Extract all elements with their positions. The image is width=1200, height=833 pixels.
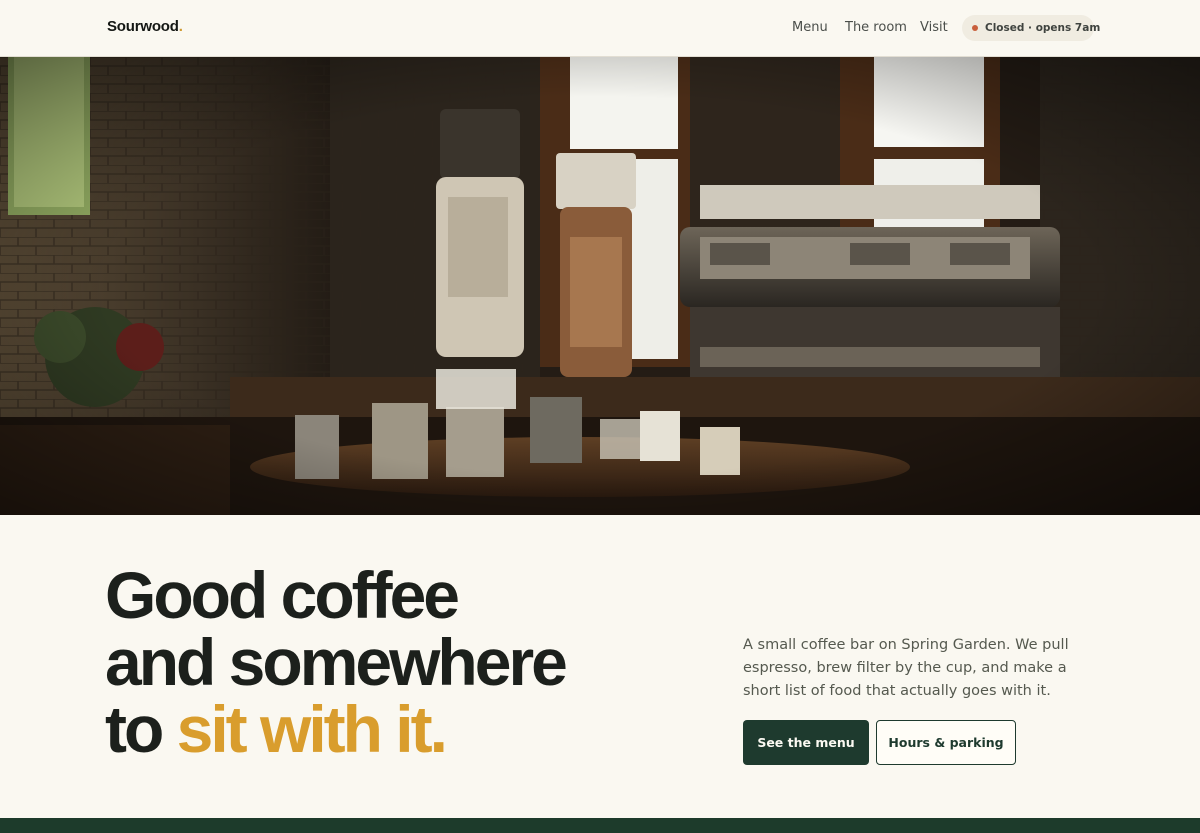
brand-name: Sourwood [107,18,179,35]
hours-parking-button[interactable]: Hours & parking [876,720,1016,765]
see-menu-button[interactable]: See the menu [743,720,869,765]
open-status-badge: Closed · opens 7am [962,15,1100,41]
espresso-bar-photo [0,57,1200,515]
hero-photo [0,57,1200,515]
hero-headline: Good coffee and somewhere to sit with it… [105,558,568,763]
nav-link-the-room[interactable]: The room [845,20,907,35]
headline-line-2: and somewhere [105,625,568,699]
headline-line-3-lead: to [105,692,164,766]
footer-band [0,818,1200,833]
headline-accent: sit with it. [176,692,448,766]
headline-line-3: to sit with it. [105,696,565,763]
site-header: Sourwood. Menu The room Visit Closed · o… [0,0,1200,57]
headline-line-1: Good coffee [105,558,460,632]
status-dot-icon [972,25,978,31]
nav-link-visit[interactable]: Visit [920,20,948,35]
nav-link-menu[interactable]: Menu [792,20,828,35]
brand-dot: . [178,18,183,35]
intro-paragraph: A small coffee bar on Spring Garden. We … [743,637,1069,699]
brand-logo[interactable]: Sourwood. [107,18,183,35]
open-status-text: Closed · opens 7am [985,22,1101,34]
